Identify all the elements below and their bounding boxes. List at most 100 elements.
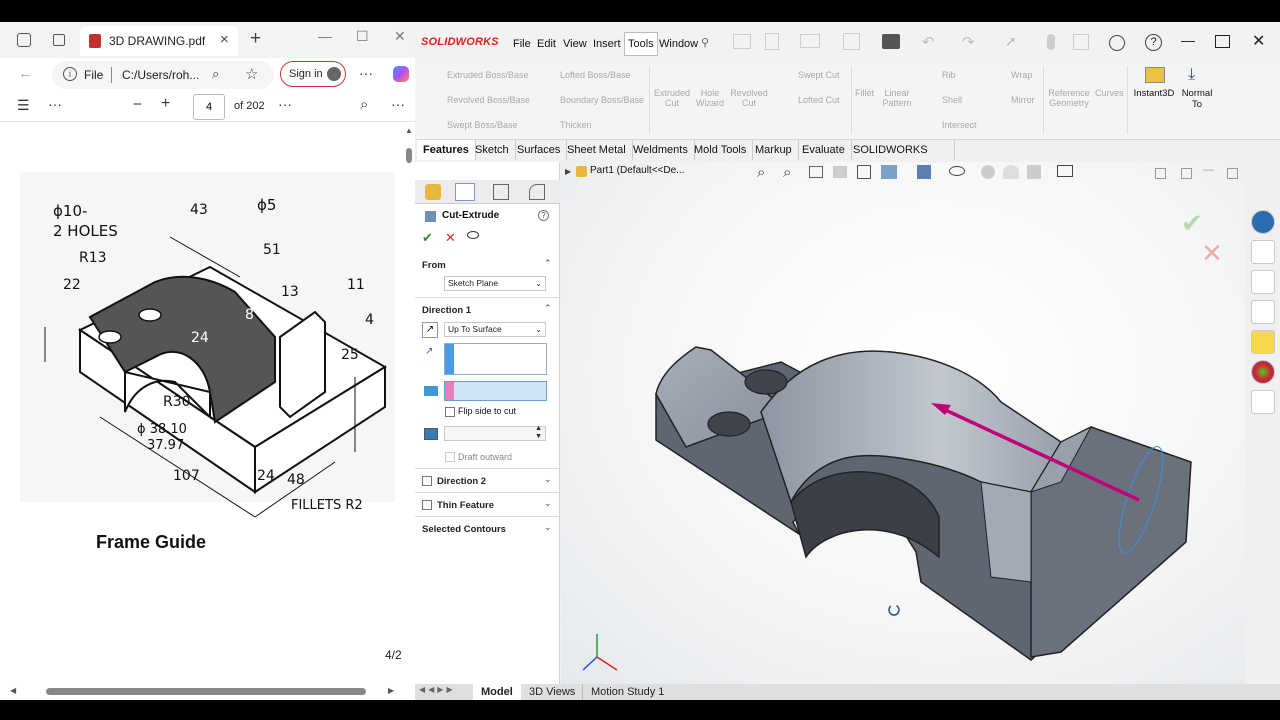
scroll-right-icon[interactable]: ▶	[388, 686, 394, 695]
tab-markup[interactable]: Markup	[749, 140, 799, 160]
open-icon[interactable]	[800, 34, 820, 48]
dim-expert-icon[interactable]	[529, 184, 545, 200]
tab-actions-icon[interactable]	[53, 34, 65, 46]
home-icon[interactable]	[733, 34, 751, 49]
back-arrow-icon[interactable]: ←	[18, 65, 33, 82]
cmd-extruded-boss[interactable]: Extruded Boss/Base	[447, 70, 529, 80]
cmd-revolved-cut[interactable]: Revolved Cut	[728, 88, 770, 108]
menu-insert[interactable]: Insert	[593, 38, 621, 50]
user-icon[interactable]	[1109, 35, 1125, 51]
rebuild-icon[interactable]	[1047, 34, 1055, 50]
tab-mold-tools[interactable]: Mold Tools	[688, 140, 754, 160]
contents-icon[interactable]: ☰	[17, 97, 30, 114]
maximize-icon[interactable]: ☐	[356, 28, 369, 45]
close-window-icon[interactable]: ✕	[394, 28, 406, 45]
more-icon[interactable]: ···	[359, 65, 373, 81]
cmd-hole-wizard[interactable]: Hole Wizard	[693, 88, 727, 108]
selected-contours-section[interactable]: Selected Contours	[422, 524, 506, 535]
pdf-vertical-scrollbar[interactable]: ▲	[403, 122, 415, 682]
cmd-shell[interactable]: Shell	[942, 95, 962, 105]
tab-sketch[interactable]: Sketch	[469, 140, 516, 160]
favorite-star-icon[interactable]: ☆	[245, 65, 258, 83]
reverse-direction-icon[interactable]: ↗	[422, 322, 438, 338]
address-bar[interactable]: i File C:/Users/roh... ⌕ ☆	[52, 61, 274, 89]
zoom-out-icon[interactable]: −	[133, 96, 142, 113]
cmd-reference-geometry[interactable]: Reference Geometry	[1047, 88, 1091, 108]
settings-more-icon[interactable]: ···	[391, 96, 405, 112]
custom-properties-icon[interactable]	[1251, 390, 1275, 414]
copilot-icon[interactable]	[393, 66, 409, 82]
hscroll-thumb[interactable]	[46, 688, 366, 695]
contours-expand-icon[interactable]: ⌄	[544, 522, 552, 533]
preview-eye-icon[interactable]	[467, 231, 479, 239]
cmd-lofted-cut[interactable]: Lofted Cut	[798, 95, 840, 105]
from-collapse-icon[interactable]: ⌃	[544, 258, 552, 269]
pm-help-icon[interactable]: ?	[538, 210, 549, 221]
pdf-horizontal-scrollbar[interactable]: ◀ ▶	[0, 684, 415, 700]
page-more-icon[interactable]: ···	[278, 96, 292, 112]
cmd-lofted-boss[interactable]: Lofted Boss/Base	[560, 70, 631, 80]
tab-3d-views[interactable]: 3D Views	[521, 684, 583, 700]
flip-checkbox[interactable]	[445, 407, 455, 417]
new-doc-icon[interactable]	[765, 33, 779, 50]
minimize-icon[interactable]: —	[318, 28, 332, 44]
tab-motion-study[interactable]: Motion Study 1	[582, 684, 672, 700]
cmd-rib[interactable]: Rib	[942, 70, 956, 80]
cmd-swept-cut[interactable]: Swept Cut	[798, 70, 840, 80]
cmd-normal-to[interactable]: Normal To	[1179, 88, 1215, 110]
face-plane-field[interactable]	[444, 381, 547, 401]
property-manager-icon[interactable]	[455, 183, 475, 201]
menu-view[interactable]: View	[563, 38, 587, 50]
sw-maximize-icon[interactable]	[1215, 35, 1230, 48]
tab-features[interactable]: Features	[417, 140, 476, 160]
appearances-icon[interactable]	[1251, 360, 1275, 384]
cmd-linear-pattern[interactable]: Linear Pattern	[881, 88, 913, 108]
from-select[interactable]: Sketch Plane ⌄	[444, 276, 546, 291]
options-icon[interactable]	[1073, 34, 1089, 50]
search-icon[interactable]: ⌕	[360, 96, 368, 113]
page-number-input[interactable]: 4	[193, 94, 225, 120]
offset-spinner[interactable]: ▲ ▼	[444, 425, 546, 441]
zoom-icon[interactable]: ⌕	[212, 66, 219, 82]
close-tab-icon[interactable]: ×	[220, 31, 229, 48]
scroll-thumb[interactable]	[406, 148, 412, 163]
tab-evaluate[interactable]: Evaluate	[796, 140, 852, 160]
cmd-extruded-cut[interactable]: Extruded Cut	[653, 88, 691, 108]
sw-resources-icon[interactable]	[1251, 210, 1275, 234]
workspaces-icon[interactable]	[17, 33, 31, 47]
tab-sheet-metal[interactable]: Sheet Metal	[561, 140, 633, 160]
config-manager-icon[interactable]	[493, 184, 509, 200]
direction2-section[interactable]: Direction 2	[437, 476, 486, 487]
menu-file[interactable]: File	[513, 38, 531, 50]
direction-vector-field[interactable]	[444, 343, 547, 375]
tab-solidworks-cam[interactable]: SOLIDWORKS CAM	[847, 140, 955, 176]
menu-edit[interactable]: Edit	[537, 38, 556, 50]
save-icon[interactable]	[843, 33, 860, 50]
thin-expand-icon[interactable]: ⌄	[544, 498, 552, 509]
scroll-left-icon[interactable]: ◀	[10, 686, 16, 695]
cmd-revolved-boss[interactable]: Revolved Boss/Base	[447, 95, 530, 105]
direction1-section[interactable]: Direction 1	[422, 305, 471, 316]
redo-icon[interactable]: ↷	[962, 33, 975, 51]
toolbar-more-icon[interactable]: ···	[48, 96, 62, 112]
cmd-intersect[interactable]: Intersect	[942, 120, 977, 130]
zoom-in-icon[interactable]: +	[161, 95, 170, 113]
sign-in-button[interactable]: Sign in	[280, 61, 346, 87]
cmd-swept-boss[interactable]: Swept Boss/Base	[447, 120, 518, 130]
tab-surfaces[interactable]: Surfaces	[511, 140, 568, 160]
print-icon[interactable]	[882, 34, 900, 49]
new-tab-icon[interactable]: +	[250, 28, 261, 50]
undo-icon[interactable]: ↶	[922, 33, 935, 51]
menu-window[interactable]: Window	[659, 38, 698, 50]
cmd-mirror[interactable]: Mirror	[1011, 95, 1035, 105]
ok-check-icon[interactable]: ✔	[422, 230, 433, 246]
select-icon[interactable]: ➚	[1005, 33, 1017, 50]
sw-close-icon[interactable]: ✕	[1252, 31, 1265, 51]
pin-icon[interactable]: ⚲	[701, 36, 709, 49]
cmd-boundary-boss[interactable]: Boundary Boss/Base	[560, 95, 644, 105]
design-library-icon[interactable]	[1251, 270, 1275, 294]
view-palette-icon[interactable]	[1251, 330, 1275, 354]
design-library-home-icon[interactable]	[1251, 240, 1275, 264]
dir1-collapse-icon[interactable]: ⌃	[544, 303, 552, 314]
cmd-instant3d[interactable]: Instant3D	[1131, 88, 1177, 99]
